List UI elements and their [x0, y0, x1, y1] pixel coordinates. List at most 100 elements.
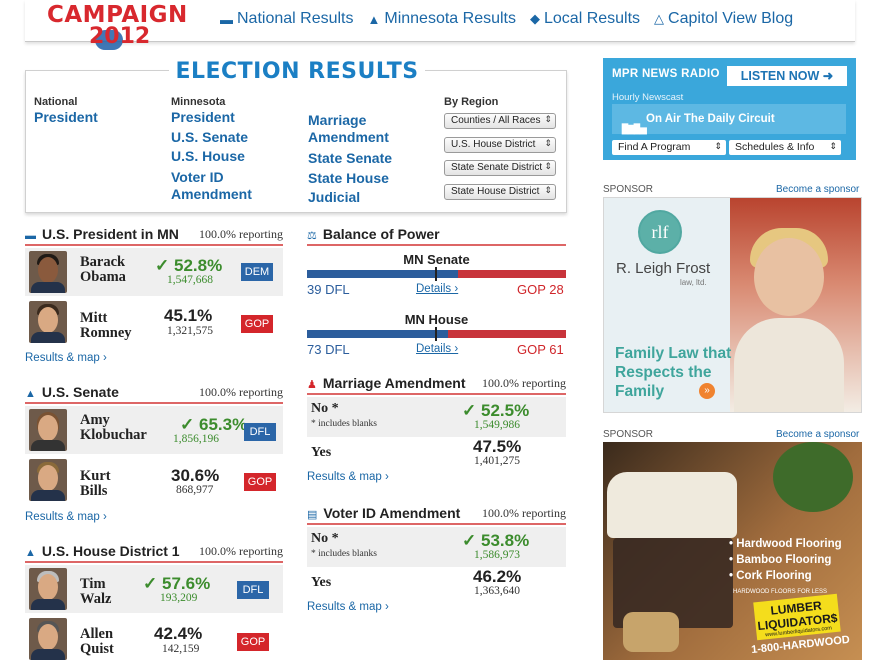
play-arrow-icon: ➜	[822, 69, 834, 83]
listen-now-button[interactable]: LISTEN NOW ➜	[727, 66, 847, 86]
select-arrows-icon: ⇕	[544, 137, 552, 148]
dfl-seats-fill	[307, 330, 449, 338]
option-percent: ✓ 52.5%	[462, 401, 530, 420]
senate-results-map-link[interactable]: Results & map ›	[25, 511, 107, 523]
nav-label: Capitol View Blog	[668, 10, 794, 27]
ad-person-photo	[754, 238, 824, 316]
nav-capitol-view-blog[interactable]: △ Capitol View Blog	[654, 10, 793, 28]
on-air-now-playing[interactable]: ▉▇▉▅ On Air The Daily Circuit	[612, 104, 846, 134]
reporting-status: 100.0% reporting	[199, 385, 283, 399]
marriage-amendment-link[interactable]: Marriage Amendment	[308, 112, 428, 146]
select-arrows-icon: ⇕	[544, 184, 552, 195]
house-details-link[interactable]: Details ›	[416, 343, 458, 355]
state-house-district-select[interactable]: State House District ⇕	[444, 183, 556, 200]
find-a-program-select[interactable]: Find A Program ⇕	[612, 140, 726, 155]
mn-voter-id-link[interactable]: Voter ID Amendment	[171, 169, 271, 203]
party-badge: DFL	[237, 581, 269, 599]
sponsor-label: SPONSOR	[603, 429, 654, 440]
candidate-row: Allen Quist 42.4% 142,159 GOP	[25, 615, 283, 660]
party-badge: GOP	[241, 315, 273, 333]
ad-firm-sub: law, ltd.	[680, 278, 707, 287]
option-percent: ✓ 53.8%	[462, 531, 530, 550]
option-votes: 1,363,640	[474, 585, 520, 597]
senate-details-link[interactable]: Details ›	[416, 283, 458, 295]
mn-president-link[interactable]: President	[171, 108, 271, 128]
election-results-title: ELECTION RESULTS	[26, 59, 568, 84]
state-house-link[interactable]: State House	[308, 169, 428, 189]
us-map-icon: ▬	[25, 230, 36, 242]
region-column: By Region Counties / All Races ⇕ U.S. Hou…	[444, 96, 556, 207]
candidate-votes: 1,547,668	[167, 274, 213, 286]
nav-national-results[interactable]: ▬ National Results	[220, 10, 354, 28]
president-results-map-link[interactable]: Results & map ›	[25, 352, 107, 364]
house-race-header: ▲ U.S. House District 1 100.0% reporting	[25, 543, 283, 563]
campaign-2012-logo[interactable]: CAMPAIGN 2012	[47, 2, 187, 54]
option-percent: 46.2%	[473, 567, 522, 586]
amendment-option-row: No * * includes blanks ✓ 52.5% 1,549,986	[307, 397, 566, 437]
region-heading: By Region	[444, 96, 499, 108]
voter-id-results-map-link[interactable]: Results & map ›	[307, 601, 389, 613]
state-senate-link[interactable]: State Senate	[308, 149, 428, 169]
main-nav: ▬ National Results ▲ Minnesota Results ◆…	[220, 10, 793, 28]
double-chevron-right-icon: »	[699, 383, 715, 399]
marriage-amendment-header: ♟ Marriage Amendment 100.0% reporting	[307, 375, 566, 395]
amendment-option-row: No * * includes blanks ✓ 53.8% 1,586,973	[307, 527, 566, 567]
party-badge: GOP	[237, 633, 269, 651]
candidate-row: Kurt Bills 30.6% 868,977 GOP	[25, 456, 283, 504]
minnesota-column: Minnesota President U.S. Senate U.S. Hou…	[171, 96, 271, 203]
hourly-newscast-link[interactable]: Hourly Newscast	[612, 92, 683, 103]
mn-map-icon: ▲	[25, 547, 36, 559]
candidate-percent: ✓ 65.3%	[180, 415, 248, 434]
candidate-name: Tim Walz	[80, 576, 112, 607]
counties-select[interactable]: Counties / All Races ⇕	[444, 113, 556, 129]
minnesota-more-column: Marriage Amendment State Senate State Ho…	[308, 112, 428, 208]
house-power-bar	[307, 327, 566, 341]
mn-house-link[interactable]: U.S. House	[171, 147, 271, 167]
candidate-row: Barack Obama ✓ 52.8% 1,547,668 DEM	[25, 248, 283, 296]
lumber-liquidators-ad[interactable]: Hardwood Flooring Bamboo Flooring Cork F…	[603, 442, 862, 660]
become-sponsor-link[interactable]: Become a sponsor	[776, 429, 859, 440]
logo-text-year: 2012	[89, 24, 151, 49]
lumber-liquidators-logo: LUMBER LIQUIDATOR$ www.lumberliquidators…	[753, 593, 841, 641]
nav-local-results[interactable]: ◆ Local Results	[530, 10, 640, 28]
reporting-status: 100.0% reporting	[482, 506, 566, 520]
ad-tagline: Family Law that Respects the Family	[615, 345, 732, 400]
select-arrows-icon: ⇕	[544, 161, 552, 171]
candidate-photo	[29, 568, 67, 610]
schedules-info-select[interactable]: Schedules & Info ⇕	[729, 140, 841, 155]
election-results-panel: ELECTION RESULTS National President Minn…	[25, 59, 567, 213]
gop-seat-count: GOP 28	[517, 282, 564, 297]
rleigh-frost-ad[interactable]: rlf R. Leigh Frost law, ltd. Family Law …	[603, 197, 862, 413]
reporting-status: 100.0% reporting	[199, 544, 283, 558]
nav-minnesota-results[interactable]: ▲ Minnesota Results	[368, 10, 517, 28]
voter-id-amendment-header: ▤ Voter ID Amendment 100.0% reporting	[307, 505, 566, 525]
national-heading: National	[34, 96, 78, 108]
nav-label: Minnesota Results	[384, 10, 516, 27]
marriage-results-map-link[interactable]: Results & map ›	[307, 471, 389, 483]
candidate-row: Amy Klobuchar ✓ 65.3% 1,856,196 DFL	[25, 406, 283, 454]
mn-senate-link[interactable]: U.S. Senate	[171, 128, 271, 148]
scales-icon: ⚖	[307, 230, 317, 242]
option-note: * includes blanks	[311, 419, 377, 429]
state-senate-district-select[interactable]: State Senate District ⇕	[444, 160, 556, 176]
senate-power-bar	[307, 267, 566, 281]
us-map-icon: ▬	[220, 11, 233, 27]
candidate-photo	[29, 301, 67, 343]
balance-of-power-header: ⚖ Balance of Power	[307, 226, 566, 246]
section-title: Voter ID Amendment	[323, 505, 461, 521]
judicial-link[interactable]: Judicial	[308, 188, 428, 208]
ad-plant-image	[773, 442, 853, 512]
mn-map-icon: ▲	[367, 11, 381, 27]
dfl-seat-count: 73 DFL	[307, 342, 350, 357]
candidate-percent: 30.6%	[171, 466, 220, 485]
become-sponsor-link[interactable]: Become a sponsor	[776, 184, 859, 195]
majority-marker	[435, 327, 437, 341]
candidate-percent: 45.1%	[164, 306, 213, 325]
option-votes: 1,586,973	[474, 549, 520, 561]
us-house-district-select[interactable]: U.S. House District ⇕	[444, 136, 556, 153]
candidate-percent: ✓ 57.6%	[143, 574, 211, 593]
national-president-link[interactable]: President	[34, 108, 98, 128]
mpr-news-radio-widget: MPR NEWS RADIO LISTEN NOW ➜ Hourly Newsc…	[603, 58, 856, 160]
candidate-votes: 193,209	[160, 592, 198, 604]
winner-check-icon: ✓	[180, 415, 195, 434]
